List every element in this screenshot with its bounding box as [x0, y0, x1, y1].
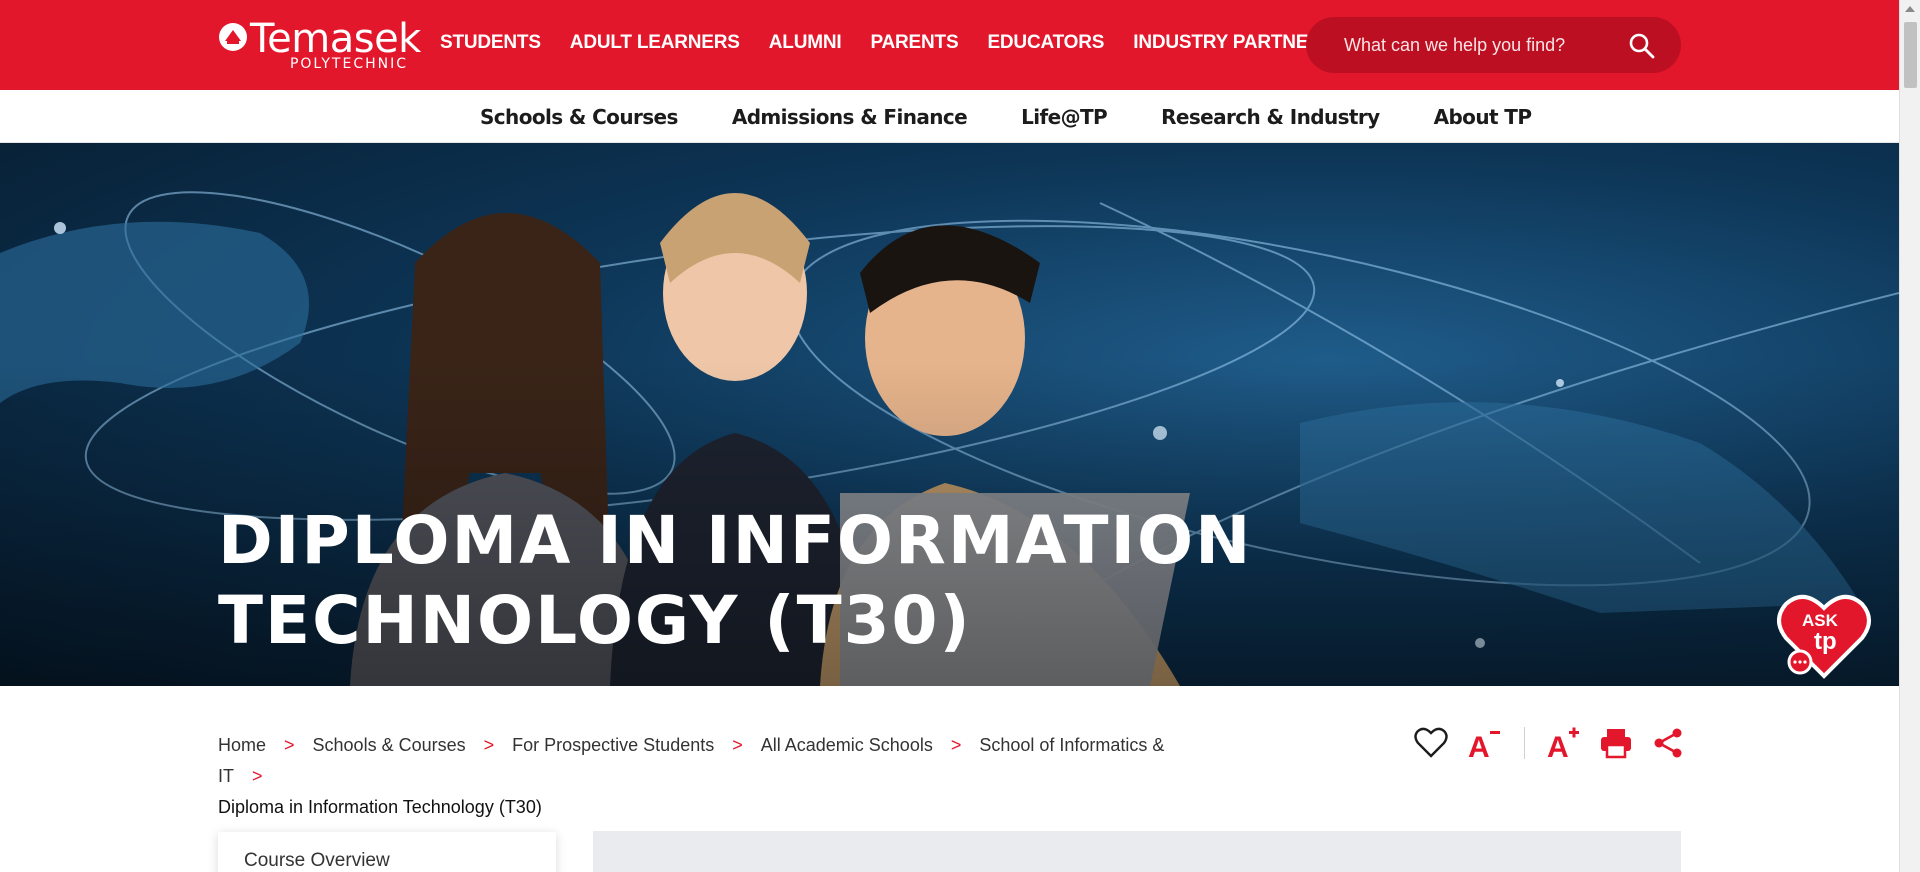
breadcrumb-separator: >: [732, 735, 743, 755]
menu-admissions-finance[interactable]: Admissions & Finance: [732, 104, 968, 130]
breadcrumb-schools-courses[interactable]: Schools & Courses: [313, 735, 466, 755]
breadcrumb-separator: >: [483, 735, 495, 755]
svg-text:A: A: [1468, 731, 1490, 761]
share-icon[interactable]: [1650, 725, 1686, 761]
svg-text:A: A: [1547, 731, 1569, 761]
breadcrumb-academic-schools[interactable]: All Academic Schools: [761, 735, 933, 755]
temasek-logo[interactable]: Temasek POLYTECHNIC: [218, 16, 421, 74]
breadcrumb: Home > Schools & Courses > For Prospective S…: [218, 730, 1198, 823]
menu-research-industry[interactable]: Research & Industry: [1161, 104, 1380, 130]
breadcrumb-home[interactable]: Home: [218, 735, 266, 755]
menu-schools-courses[interactable]: Schools & Courses: [480, 104, 678, 130]
nav-adult-learners[interactable]: ADULT LEARNERS: [570, 30, 740, 56]
page-title: Diploma in Information Technology (T30): [218, 502, 1253, 659]
menu-about-tp[interactable]: About TP: [1434, 104, 1532, 130]
nav-students[interactable]: STUDENTS: [440, 30, 541, 56]
main-menu: Schools & Courses Admissions & Finance L…: [0, 90, 1899, 143]
scrollbar-thumb[interactable]: [1904, 22, 1917, 88]
scroll-up-arrow-icon[interactable]: [1905, 6, 1915, 12]
tp-label: tp: [1814, 628, 1837, 655]
sidebar-item-course-overview[interactable]: Course Overview: [244, 850, 390, 872]
breadcrumb-separator: >: [950, 735, 962, 755]
audience-nav: STUDENTS ADULT LEARNERS ALUMNI PARENTS E…: [440, 30, 1334, 56]
logo-subtitle: POLYTECHNIC: [289, 56, 408, 72]
page-scrollbar[interactable]: [1899, 0, 1920, 872]
favourite-heart-icon[interactable]: [1413, 725, 1449, 761]
tools-divider: [1524, 727, 1525, 759]
hero-banner: Diploma in Information Technology (T30): [0, 143, 1899, 686]
logo-emblem-icon: [219, 23, 247, 51]
breadcrumb-prospective-students[interactable]: For Prospective Students: [512, 735, 714, 755]
nav-industry-partners[interactable]: INDUSTRY PARTNERS: [1133, 30, 1334, 56]
nav-alumni[interactable]: ALUMNI: [769, 30, 842, 56]
nav-educators[interactable]: EDUCATORS: [987, 30, 1104, 56]
search-box: [1306, 17, 1681, 73]
breadcrumb-current: Diploma in Information Technology (T30): [218, 797, 542, 817]
ask-tp-chat-button[interactable]: ASK tp: [1776, 590, 1872, 684]
breadcrumb-separator: >: [284, 735, 295, 755]
search-icon[interactable]: [1628, 32, 1656, 60]
decrease-font-icon[interactable]: A: [1466, 725, 1502, 761]
print-icon[interactable]: [1598, 725, 1634, 761]
content-panel: [593, 831, 1681, 872]
menu-life-at-tp[interactable]: Life@TP: [1021, 104, 1108, 130]
search-input[interactable]: [1344, 31, 1624, 59]
breadcrumb-separator: >: [252, 766, 263, 786]
course-sidebar: Course Overview: [218, 832, 556, 872]
nav-parents[interactable]: PARENTS: [870, 30, 958, 56]
increase-font-icon[interactable]: A: [1545, 725, 1581, 761]
top-header: Temasek POLYTECHNIC STUDENTS ADULT LEARN…: [0, 0, 1899, 90]
